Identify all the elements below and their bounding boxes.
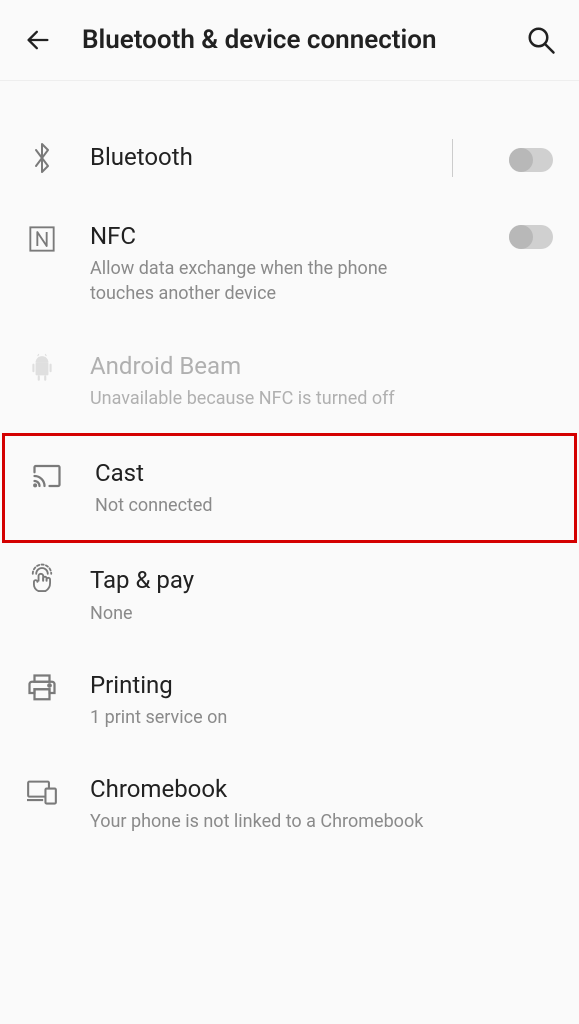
cast-title: Cast — [95, 458, 548, 489]
search-button[interactable] — [525, 24, 557, 56]
printing-text: Printing 1 print service on — [90, 670, 553, 730]
bluetooth-toggle[interactable] — [509, 148, 553, 172]
tap-pay-row[interactable]: Tap & pay None — [0, 543, 579, 647]
beam-text: Android Beam Unavailable because NFC is … — [90, 351, 553, 411]
divider — [452, 139, 453, 177]
printing-sub: 1 print service on — [90, 705, 553, 730]
chromebook-sub: Your phone is not linked to a Chromebook — [90, 809, 553, 834]
bluetooth-text: Bluetooth — [90, 142, 420, 173]
android-icon — [26, 353, 58, 385]
nfc-sub: Allow data exchange when the phone touch… — [90, 256, 477, 306]
nfc-title: NFC — [90, 221, 477, 252]
bluetooth-icon — [26, 142, 58, 174]
cast-icon — [31, 460, 63, 492]
page-title: Bluetooth & device connection — [82, 25, 497, 55]
tappay-sub: None — [90, 601, 553, 626]
tappay-title: Tap & pay — [90, 565, 553, 596]
bluetooth-title: Bluetooth — [90, 142, 420, 173]
tappay-text: Tap & pay None — [90, 565, 553, 625]
back-button[interactable] — [22, 24, 54, 56]
settings-list: Bluetooth NFC Allow data exchange when t… — [0, 81, 579, 856]
printer-icon — [26, 672, 58, 704]
cast-row[interactable]: Cast Not connected — [2, 433, 577, 543]
chromebook-text: Chromebook Your phone is not linked to a… — [90, 774, 553, 834]
tap-pay-icon — [26, 567, 58, 599]
bluetooth-row[interactable]: Bluetooth — [0, 117, 579, 199]
android-beam-row: Android Beam Unavailable because NFC is … — [0, 329, 579, 433]
chromebook-row[interactable]: Chromebook Your phone is not linked to a… — [0, 752, 579, 856]
header: Bluetooth & device connection — [0, 0, 579, 81]
search-icon — [526, 25, 556, 55]
beam-sub: Unavailable because NFC is turned off — [90, 386, 553, 411]
devices-icon — [26, 776, 58, 808]
nfc-text: NFC Allow data exchange when the phone t… — [90, 221, 477, 307]
cast-text: Cast Not connected — [95, 458, 548, 518]
nfc-row[interactable]: NFC Allow data exchange when the phone t… — [0, 199, 579, 329]
cast-sub: Not connected — [95, 493, 548, 518]
chromebook-title: Chromebook — [90, 774, 553, 805]
printing-title: Printing — [90, 670, 553, 701]
printing-row[interactable]: Printing 1 print service on — [0, 648, 579, 752]
arrow-left-icon — [24, 26, 52, 54]
nfc-icon — [26, 223, 58, 255]
nfc-toggle[interactable] — [509, 225, 553, 249]
beam-title: Android Beam — [90, 351, 553, 382]
